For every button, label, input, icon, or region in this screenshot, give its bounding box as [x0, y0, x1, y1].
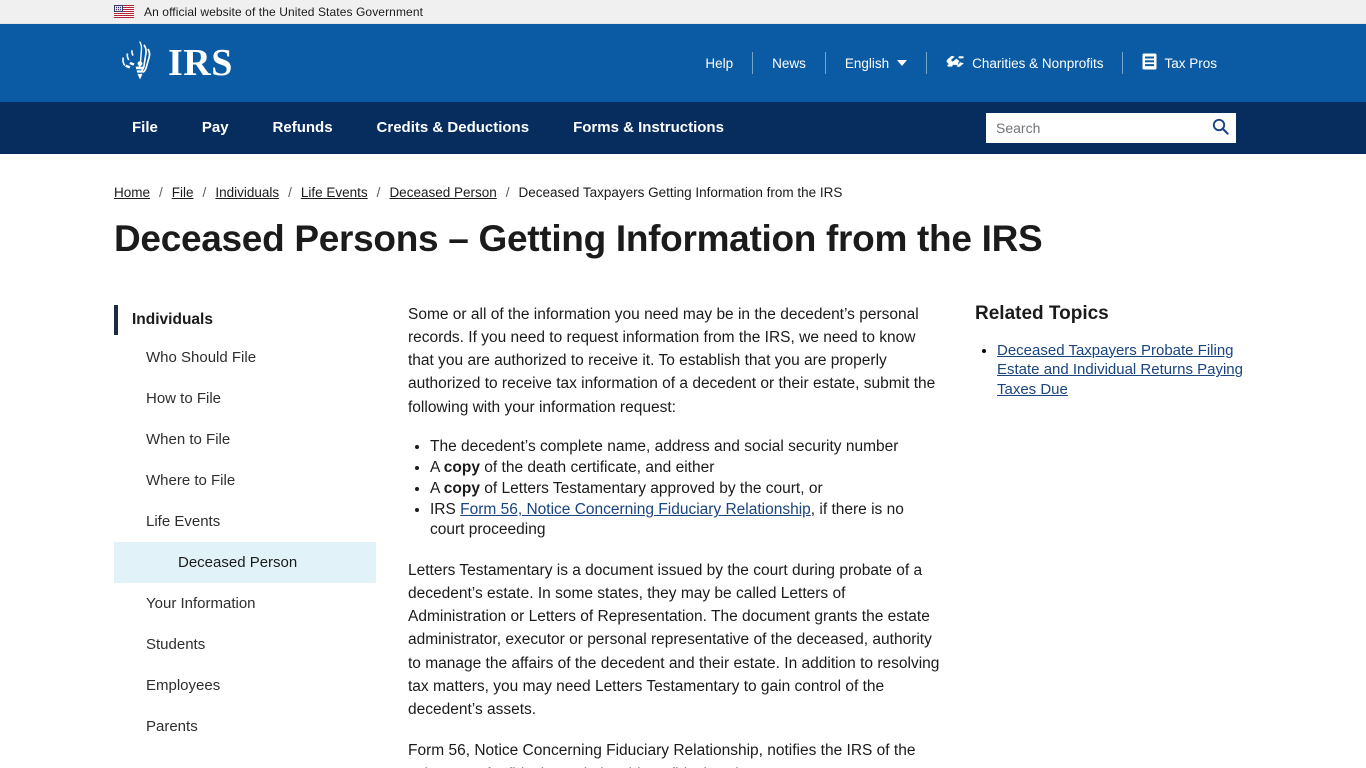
related-topics-panel: Related Topics Deceased Taxpayers Probat… — [961, 303, 1246, 768]
gov-banner-text: An official website of the United States… — [144, 4, 424, 19]
chevron-down-icon — [897, 60, 908, 66]
letters-testamentary-paragraph: Letters Testamentary is a document issue… — [408, 561, 940, 719]
nav-item-refunds[interactable]: Refunds — [251, 102, 355, 154]
breadcrumb-item-individuals[interactable]: Individuals — [215, 185, 279, 200]
main-content: Some or all of the information you need … — [376, 303, 961, 768]
nav-item-pay[interactable]: Pay — [180, 102, 251, 154]
left-sidebar-nav: Individuals Who Should File How to File … — [114, 303, 376, 768]
list-item-emphasis: copy — [443, 458, 480, 476]
list-item: IRS Form 56, Notice Concerning Fiduciary… — [430, 500, 941, 540]
intro-paragraph: Some or all of the information you need … — [408, 305, 936, 416]
sidebar-item-employees[interactable]: Employees — [114, 665, 376, 706]
search-submit-button[interactable] — [1204, 113, 1236, 143]
handshake-icon — [946, 54, 965, 72]
list-item-emphasis: copy — [443, 480, 480, 498]
sidebar-item-deceased-person[interactable]: Deceased Person — [114, 541, 376, 583]
form-56-paragraph: Form 56, Notice Concerning Fiduciary Rel… — [408, 742, 916, 768]
breadcrumb-separator: / — [159, 184, 163, 200]
util-link-help-label: Help — [705, 55, 734, 71]
gov-banner: An official website of the United States… — [0, 0, 1366, 24]
sidebar-item-when-to-file[interactable]: When to File — [114, 419, 376, 460]
breadcrumb-item-life-events[interactable]: Life Events — [301, 185, 368, 200]
irs-wordmark: IRS — [168, 42, 233, 84]
util-link-tax-pros-label: Tax Pros — [1164, 55, 1217, 71]
sidebar-item-who-should-file[interactable]: Who Should File — [114, 337, 376, 378]
logo-container: IRS — [114, 24, 233, 102]
list-item: Deceased Taxpayers Probate Filing Estate… — [997, 341, 1246, 401]
irs-eagle-logo — [114, 38, 166, 89]
irs-home-logo-link[interactable]: IRS — [114, 38, 233, 89]
sidebar-item-your-information[interactable]: Your Information — [114, 583, 376, 624]
search-input[interactable] — [986, 113, 1204, 143]
breadcrumb-separator: / — [505, 184, 510, 200]
primary-navigation-list: File Pay Refunds Credits & Deductions Fo… — [114, 102, 746, 154]
list-item: A copy of the death certificate, and eit… — [430, 458, 941, 478]
search-icon — [1212, 118, 1229, 138]
us-flag-icon — [114, 5, 134, 18]
breadcrumb-current-page: Deceased Taxpayers Getting Information f… — [518, 184, 843, 200]
nav-item-file[interactable]: File — [114, 102, 180, 154]
language-selector-label: English — [844, 55, 890, 71]
list-item-text: A — [430, 458, 444, 476]
list-item: A copy of Letters Testamentary approved … — [430, 479, 941, 499]
sidebar-item-how-to-file[interactable]: How to File — [114, 378, 376, 419]
sidebar-item-students[interactable]: Students — [114, 624, 376, 665]
nav-item-forms-instructions[interactable]: Forms & Instructions — [551, 102, 746, 154]
breadcrumb-item-home[interactable]: Home — [114, 185, 150, 200]
related-topics-heading: Related Topics — [975, 302, 1109, 324]
list-item-text-tail: of Letters Testamentary approved by the … — [479, 480, 823, 498]
requirements-list: The decedent’s complete name, address an… — [408, 437, 941, 541]
nav-item-credits-deductions[interactable]: Credits & Deductions — [355, 102, 552, 154]
sidebar-heading-individuals: Individuals — [114, 303, 376, 337]
breadcrumb: Home / File / Individuals / Life Events … — [0, 154, 1366, 200]
utility-navigation: Help News English Charities & Nonprofits… — [686, 24, 1236, 102]
form-56-link[interactable]: Form 56, Notice Concerning Fiduciary Rel… — [460, 501, 811, 518]
util-link-charities-nonprofits[interactable]: Charities & Nonprofits — [927, 54, 1122, 72]
util-link-tax-pros[interactable]: Tax Pros — [1123, 53, 1236, 73]
list-item-text: IRS — [430, 501, 461, 519]
list-item-text: The decedent’s complete name, address an… — [430, 437, 899, 455]
language-selector[interactable]: English — [826, 56, 926, 71]
site-masthead: IRS Help News English Charities & Nonpro… — [0, 24, 1366, 102]
book-icon — [1142, 53, 1157, 73]
breadcrumb-separator: / — [376, 184, 381, 200]
list-item: The decedent’s complete name, address an… — [430, 437, 941, 457]
breadcrumb-item-deceased-person[interactable]: Deceased Person — [389, 185, 496, 200]
sidebar-item-parents[interactable]: Parents — [114, 706, 376, 747]
util-link-charities-nonprofits-label: Charities & Nonprofits — [972, 55, 1104, 71]
related-topic-link[interactable]: Deceased Taxpayers Probate Filing Estate… — [997, 342, 1243, 399]
util-link-help[interactable]: Help — [686, 56, 752, 71]
page-content: Individuals Who Should File How to File … — [0, 303, 1366, 768]
util-link-news[interactable]: News — [753, 56, 825, 71]
sidebar-item-where-to-file[interactable]: Where to File — [114, 460, 376, 501]
page-title: Deceased Persons – Getting Information f… — [114, 218, 1043, 259]
breadcrumb-separator: / — [202, 184, 207, 200]
breadcrumb-item-file[interactable]: File — [172, 185, 194, 200]
breadcrumb-separator: / — [288, 184, 292, 200]
util-link-news-label: News — [772, 55, 806, 71]
search-box — [986, 113, 1236, 143]
list-item-text: A — [430, 480, 444, 498]
sidebar-item-life-events[interactable]: Life Events — [114, 501, 376, 542]
related-topics-list: Deceased Taxpayers Probate Filing Estate… — [975, 341, 1246, 401]
list-item-text-tail: of the death certificate, and either — [479, 458, 715, 476]
primary-navigation: File Pay Refunds Credits & Deductions Fo… — [0, 102, 1366, 154]
